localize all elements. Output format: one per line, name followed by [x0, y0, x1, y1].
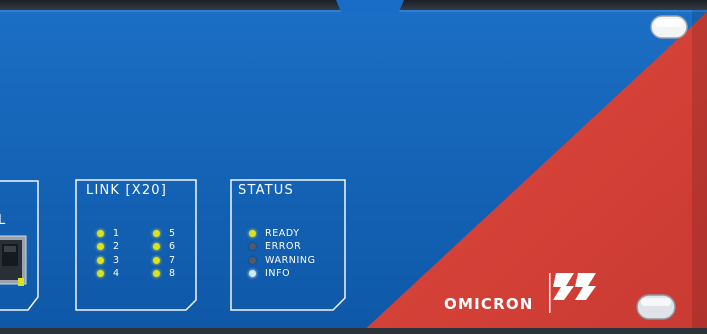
- led-label: 5: [169, 227, 176, 239]
- led-label: 2: [113, 241, 120, 252]
- led-indicator-icon: [153, 243, 160, 250]
- led-label: 3: [113, 254, 120, 266]
- ethernet-port-icon: [0, 235, 27, 286]
- led-row: 7: [153, 253, 176, 267]
- led-indicator-icon: [249, 256, 256, 264]
- led-indicator-icon: [249, 243, 256, 250]
- led-indicator-icon: [97, 256, 104, 264]
- left-panel-title: L: [0, 213, 7, 228]
- led-row: ERROR: [249, 240, 301, 254]
- brand-name: OMICRON: [444, 295, 534, 313]
- led-indicator-icon: [249, 229, 256, 237]
- led-row: READY: [249, 226, 300, 240]
- led-label: 1: [113, 227, 120, 239]
- led-row: 5: [153, 226, 176, 240]
- led-label: 4: [113, 268, 120, 279]
- led-row: 1: [97, 226, 120, 240]
- led-label: WARNING: [265, 254, 316, 266]
- led-indicator-icon: [97, 243, 104, 250]
- led-row: 6: [153, 240, 176, 254]
- led-indicator-icon: [153, 270, 160, 277]
- led-label: ERROR: [265, 241, 302, 252]
- top-clip: [336, 0, 404, 14]
- led-label: 8: [169, 268, 176, 279]
- led-row: 2: [97, 240, 120, 254]
- led-row: WARNING: [249, 253, 316, 267]
- led-row: 8: [153, 267, 176, 281]
- device-front-panel: L LINK [X20] 1 2 3 4 5 6 7 8 STATUS READY ERROR…: [0, 0, 707, 334]
- led-indicator-icon: [249, 270, 256, 277]
- led-label: 6: [169, 241, 176, 252]
- led-row: INFO: [249, 267, 290, 281]
- status-panel-title: STATUS: [238, 183, 294, 198]
- led-row: 3: [97, 253, 120, 267]
- led-row: 4: [97, 267, 120, 281]
- link-panel-title: LINK [X20]: [86, 183, 168, 198]
- led-label: READY: [265, 227, 300, 239]
- led-indicator-icon: [153, 229, 160, 237]
- led-indicator-icon: [97, 270, 104, 277]
- led-label: 7: [169, 254, 176, 266]
- led-label: INFO: [265, 268, 291, 279]
- panel-background: [0, 0, 707, 334]
- led-indicator-icon: [153, 256, 160, 264]
- led-indicator-icon: [97, 229, 104, 237]
